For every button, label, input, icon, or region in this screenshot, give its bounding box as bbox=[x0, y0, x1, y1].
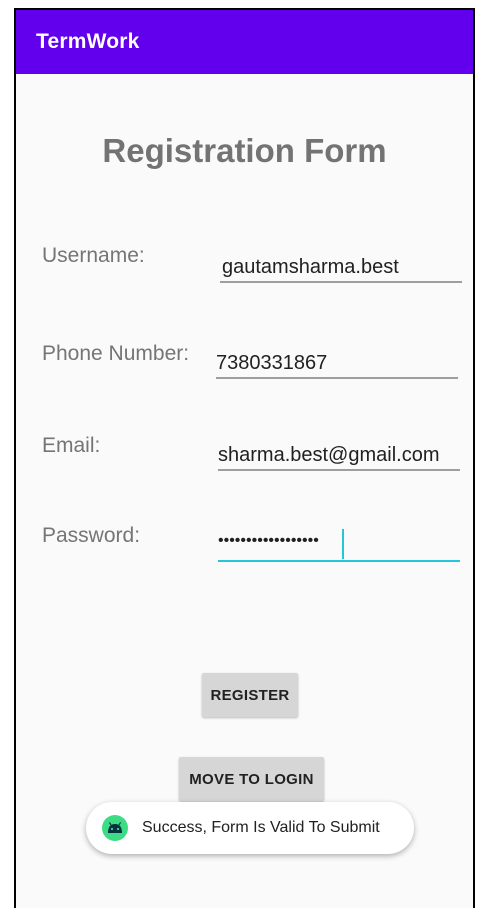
success-toast: Success, Form Is Valid To Submit bbox=[86, 802, 414, 854]
app-window: TermWork Registration Form Username: gau… bbox=[14, 8, 475, 908]
username-label: Username: bbox=[42, 244, 145, 267]
username-field[interactable]: gautamsharma.best bbox=[222, 256, 399, 279]
move-to-login-button[interactable]: MOVE TO LOGIN bbox=[179, 757, 324, 801]
page-title: Registration Form bbox=[102, 132, 387, 169]
phone-field[interactable]: 7380331867 bbox=[216, 352, 327, 375]
email-field[interactable]: sharma.best@gmail.com bbox=[218, 444, 439, 467]
toast-message: Success, Form Is Valid To Submit bbox=[142, 819, 380, 836]
email-underline bbox=[218, 469, 460, 471]
android-icon bbox=[102, 815, 128, 841]
app-title: TermWork bbox=[36, 30, 140, 53]
app-bar: TermWork bbox=[16, 10, 473, 74]
text-caret bbox=[342, 529, 344, 559]
username-underline bbox=[220, 281, 462, 283]
register-button[interactable]: REGISTER bbox=[202, 673, 298, 717]
email-label: Email: bbox=[42, 434, 101, 457]
phone-label: Phone Number: bbox=[42, 342, 190, 365]
password-underline bbox=[218, 560, 460, 562]
password-label: Password: bbox=[42, 524, 141, 547]
phone-underline bbox=[216, 377, 458, 379]
password-field[interactable]: •••••••••••••••••• bbox=[218, 532, 319, 550]
